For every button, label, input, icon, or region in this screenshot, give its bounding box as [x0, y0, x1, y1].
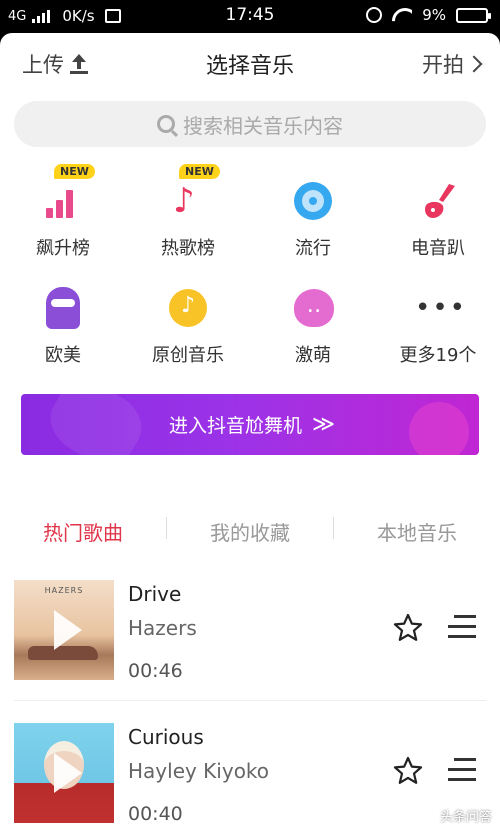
search-input[interactable]: 搜索相关音乐内容 [14, 101, 486, 147]
category-label: 更多19个 [399, 345, 477, 366]
tab-hot-songs[interactable]: 热门歌曲 [0, 517, 166, 546]
search-placeholder: 搜索相关音乐内容 [183, 113, 343, 138]
category-label: 激萌 [295, 345, 331, 366]
shoot-label: 开拍 [422, 53, 464, 77]
cute-pig-icon [294, 289, 334, 327]
tab-local-music[interactable]: 本地音乐 [334, 517, 500, 546]
watermark-text: 头条问答 [439, 810, 492, 825]
battery-icon [456, 7, 491, 23]
dance-machine-banner[interactable]: 进入抖音尬舞机 ≫ [21, 394, 479, 455]
category-hot-songs[interactable]: ♪ NEW 热歌榜 [133, 164, 243, 260]
chevron-right-icon [465, 55, 483, 73]
category-original[interactable]: 原创音乐 [133, 285, 243, 367]
play-icon[interactable] [48, 610, 82, 650]
divider [14, 700, 486, 701]
tab-favorites[interactable]: 我的收藏 [167, 517, 333, 546]
hot-music-note-icon: ♪ [173, 181, 195, 221]
alarm-icon [366, 7, 383, 23]
double-chevron-icon: ≫ [311, 412, 335, 437]
category-label: 原创音乐 [152, 345, 224, 366]
category-label: 欧美 [45, 345, 81, 366]
album-cover[interactable]: HAZERS [14, 580, 114, 680]
playlist-menu-icon[interactable] [446, 615, 476, 639]
category-edm[interactable]: 电音趴 [383, 178, 493, 260]
trending-chart-icon [46, 190, 73, 218]
category-label: 飙升榜 [36, 238, 90, 259]
category-western[interactable]: 欧美 [8, 285, 118, 367]
category-label: 热歌榜 [161, 238, 215, 259]
wifi-icon [392, 8, 412, 22]
electric-guitar-icon [425, 184, 455, 218]
disc-icon [294, 182, 332, 220]
new-badge: NEW [179, 164, 220, 179]
new-badge: NEW [54, 164, 95, 179]
battery-percent: 9% [422, 6, 446, 24]
album-cover[interactable] [14, 723, 114, 823]
header: 上传 选择音乐 开拍 [0, 45, 500, 81]
category-label: 流行 [295, 238, 331, 259]
song-artist: Hayley Kiyoko [128, 759, 270, 783]
status-bar: 4G 0K/s 17:45 9% [0, 0, 500, 33]
music-select-sheet: 上传 选择音乐 开拍 搜索相关音乐内容 NEW 飙升榜 ♪ NEW 热歌榜 流行 [0, 33, 500, 831]
song-duration: 00:46 [128, 660, 183, 682]
play-icon[interactable] [48, 753, 82, 793]
watermark-logo-icon [419, 807, 436, 824]
watermark: 头条问答 [419, 806, 492, 825]
tiktok-note-icon [169, 289, 207, 327]
song-artist: Hazers [128, 616, 197, 640]
more-dots-icon: ••• [415, 293, 468, 323]
list-item[interactable]: HAZERS Drive Hazers 00:46 [0, 580, 500, 700]
category-cute[interactable]: 激萌 [258, 285, 368, 367]
category-label: 电音趴 [411, 238, 465, 259]
category-soaring-chart[interactable]: NEW 飙升榜 [8, 164, 118, 260]
category-pop[interactable]: 流行 [258, 178, 368, 260]
playlist-menu-icon[interactable] [446, 758, 476, 782]
song-title: Curious [128, 725, 204, 749]
song-title: Drive [128, 582, 182, 606]
sunglasses-face-icon [46, 287, 80, 329]
music-tabs: 热门歌曲 我的收藏 本地音乐 [0, 511, 500, 551]
star-icon[interactable] [392, 612, 424, 644]
banner-label: 进入抖音尬舞机 [168, 415, 302, 437]
song-duration: 00:40 [128, 803, 183, 825]
shoot-button[interactable]: 开拍 [422, 49, 483, 79]
cover-brand-text: HAZERS [44, 586, 84, 595]
search-icon [157, 115, 175, 133]
star-icon[interactable] [392, 755, 424, 787]
category-more[interactable]: ••• 更多19个 [383, 285, 493, 367]
